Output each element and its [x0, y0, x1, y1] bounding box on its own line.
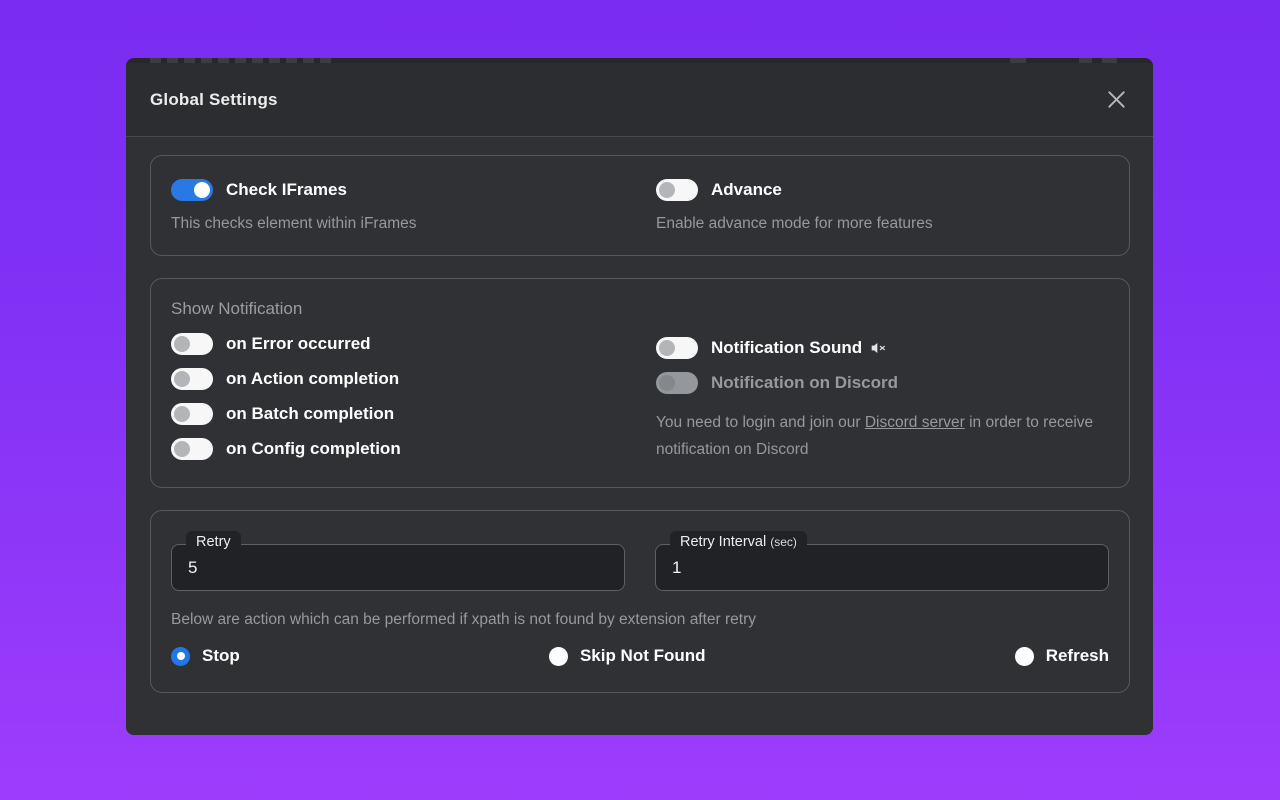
advance-toggle[interactable] — [656, 179, 698, 201]
notification-discord-label: Notification on Discord — [711, 373, 898, 393]
notify-on-config-label: on Config completion — [226, 439, 401, 459]
radio-refresh-label: Refresh — [1046, 646, 1109, 666]
retry-field-label: Retry — [186, 531, 241, 554]
radio-skip-label: Skip Not Found — [580, 646, 706, 666]
retry-interval-unit: (sec) — [770, 535, 797, 549]
retry-interval-field-group: Retry Interval (sec) — [655, 544, 1109, 591]
radio-selected-icon — [171, 647, 190, 666]
toggle-knob — [659, 375, 675, 391]
not-found-action-radio-group: Stop Skip Not Found Refresh — [171, 646, 1109, 666]
radio-option-stop[interactable]: Stop — [171, 646, 240, 666]
section-retry: Retry Retry Interval (sec) Below are act… — [150, 510, 1130, 693]
check-iframes-label: Check IFrames — [226, 180, 347, 200]
notify-on-batch-label: on Batch completion — [226, 404, 394, 424]
toggle-knob — [174, 441, 190, 457]
notify-on-batch-toggle[interactable] — [171, 403, 213, 425]
dialog-header: Global Settings — [126, 63, 1153, 137]
notify-on-action-label: on Action completion — [226, 369, 399, 389]
notify-on-error-toggle[interactable] — [171, 333, 213, 355]
toggle-knob — [174, 336, 190, 352]
toggle-knob — [659, 340, 675, 356]
advance-label: Advance — [711, 180, 782, 200]
dimmed-extension-page: Global Settings Check IFrames This check… — [126, 58, 1153, 735]
show-notification-heading: Show Notification — [171, 299, 656, 320]
radio-unselected-icon — [549, 647, 568, 666]
radio-stop-label: Stop — [202, 646, 240, 666]
notification-sound-toggle[interactable] — [656, 337, 698, 359]
retry-field-group: Retry — [171, 544, 625, 591]
close-button[interactable] — [1101, 85, 1131, 115]
advance-group: Advance Enable advance mode for more fea… — [656, 178, 1109, 233]
discord-note-pre: You need to login and join our — [656, 414, 865, 431]
dialog-body: Check IFrames This checks element within… — [126, 137, 1153, 735]
notification-events-group: Show Notification on Error occurred on A… — [171, 299, 656, 463]
retry-interval-label-text: Retry Interval — [680, 534, 766, 550]
notify-on-config-toggle[interactable] — [171, 438, 213, 460]
retry-interval-field-label: Retry Interval (sec) — [670, 531, 807, 554]
discord-note: You need to login and join our Discord s… — [656, 409, 1106, 463]
notification-discord-toggle — [656, 372, 698, 394]
toggle-knob — [174, 406, 190, 422]
retry-actions-description: Below are action which can be performed … — [171, 611, 1109, 629]
page-title: Global Settings — [150, 90, 278, 110]
notification-sound-label: Notification Sound — [711, 338, 862, 358]
check-iframes-toggle[interactable] — [171, 179, 213, 201]
toggle-knob — [194, 182, 210, 198]
check-iframes-description: This checks element within iFrames — [171, 215, 656, 233]
advance-description: Enable advance mode for more features — [656, 215, 1109, 233]
section-notifications: Show Notification on Error occurred on A… — [150, 278, 1130, 488]
toggle-knob — [174, 371, 190, 387]
volume-muted-icon — [870, 340, 886, 356]
radio-option-skip-not-found[interactable]: Skip Not Found — [549, 646, 706, 666]
notify-on-action-toggle[interactable] — [171, 368, 213, 390]
global-settings-dialog: Global Settings Check IFrames This check… — [126, 63, 1153, 735]
check-iframes-group: Check IFrames This checks element within… — [171, 178, 656, 233]
close-icon — [1105, 88, 1128, 111]
section-general: Check IFrames This checks element within… — [150, 155, 1130, 256]
notify-on-error-label: on Error occurred — [226, 334, 371, 354]
radio-unselected-icon — [1015, 647, 1034, 666]
radio-option-refresh[interactable]: Refresh — [1015, 646, 1109, 666]
discord-server-link[interactable]: Discord server — [865, 414, 965, 431]
toggle-knob — [659, 182, 675, 198]
notification-channels-group: Notification Sound Notification on Disco… — [656, 299, 1109, 463]
